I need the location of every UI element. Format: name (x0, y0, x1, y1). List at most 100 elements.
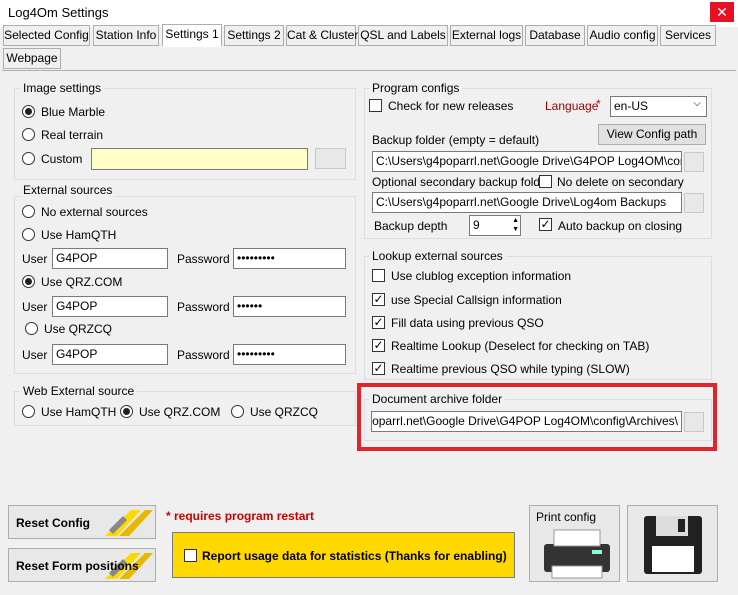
qrzcq-user-label: User (22, 348, 48, 362)
hamqth-user-input[interactable]: G4POP (52, 248, 168, 269)
tab-webpage[interactable]: Webpage (3, 48, 61, 69)
backup-depth-value: 9 (473, 218, 480, 232)
report-usage-label: Report usage data for statistics (Thanks… (202, 549, 507, 563)
realtime-lookup-label: Realtime Lookup (Deselect for checking o… (391, 339, 650, 353)
qrzcq-label: Use QRZCQ (44, 322, 113, 336)
tab-settings-2[interactable]: Settings 2 (224, 25, 284, 46)
tab-database[interactable]: Database (525, 25, 585, 46)
fill-previous-checkbox[interactable]: ✓ (372, 316, 385, 329)
real-terrain-label: Real terrain (41, 128, 104, 142)
web-hamqth-label: Use HamQTH (41, 405, 117, 419)
clublog-checkbox[interactable] (372, 269, 385, 282)
backup-depth-label: Backup depth (374, 219, 448, 233)
reset-form-label: Reset Form positions (16, 559, 139, 573)
radio-qrzcq[interactable] (25, 322, 38, 335)
radio-qrz[interactable] (22, 275, 35, 288)
report-usage-checkbox[interactable] (184, 549, 197, 562)
qrz-label: Use QRZ.COM (41, 275, 123, 289)
qrzcq-password-label: Password (177, 348, 230, 362)
qrz-user-label: User (22, 300, 48, 314)
print-config-button[interactable]: Print config (529, 505, 620, 582)
radio-custom[interactable] (22, 152, 35, 165)
web-qrzcq-label: Use QRZCQ (250, 405, 319, 419)
custom-browse-button[interactable] (315, 148, 346, 169)
qrz-password-label: Password (177, 300, 230, 314)
backup-folder-label: Backup folder (empty = default) (372, 133, 540, 147)
check-releases-checkbox[interactable] (369, 99, 382, 112)
tab-station-info[interactable]: Station Info (93, 25, 159, 46)
secondary-backup-label: Optional secondary backup folder (372, 175, 551, 189)
web-qrz-label: Use QRZ.COM (139, 405, 221, 419)
language-select[interactable]: en-US ⌵ (610, 96, 707, 117)
qrzcq-password-input[interactable]: ••••••••• (233, 344, 346, 365)
language-restart-star: * (596, 97, 601, 111)
save-button[interactable] (627, 505, 718, 582)
external-sources-label: External sources (20, 183, 116, 197)
realtime-previous-checkbox[interactable]: ✓ (372, 362, 385, 375)
no-delete-label: No delete on secondary (557, 175, 684, 189)
chevron-down-icon: ⌵ (693, 98, 701, 109)
custom-image-input[interactable] (91, 148, 308, 170)
no-external-label: No external sources (41, 205, 148, 219)
tab-audio-config[interactable]: Audio config (587, 25, 658, 46)
key-icon (105, 510, 153, 536)
program-configs-label: Program configs (369, 81, 463, 95)
check-releases-label: Check for new releases (388, 99, 514, 113)
realtime-previous-label: Realtime previous QSO while typing (SLOW… (391, 362, 630, 376)
language-value: en-US (614, 99, 649, 113)
restart-note: * requires program restart (166, 509, 315, 523)
backup-folder-input[interactable]: C:\Users\g4poparrl.net\Google Drive\G4PO… (372, 151, 682, 172)
special-callsign-checkbox[interactable]: ✓ (372, 293, 385, 306)
hamqth-password-label: Password (177, 252, 230, 266)
image-settings-label: Image settings (20, 81, 105, 95)
close-button[interactable]: ✕ (710, 2, 734, 22)
no-delete-checkbox[interactable] (539, 175, 552, 188)
report-usage-panel[interactable]: Report usage data for statistics (Thanks… (172, 532, 515, 578)
radio-no-external[interactable] (22, 205, 35, 218)
blue-marble-label: Blue Marble (41, 105, 106, 119)
radio-real-terrain[interactable] (22, 128, 35, 141)
tab-selected-config[interactable]: Selected Config (3, 25, 90, 46)
hamqth-label: Use HamQTH (41, 228, 117, 242)
tab-settings-1[interactable]: Settings 1 (162, 24, 222, 47)
language-label: Language (545, 99, 599, 113)
radio-web-hamqth[interactable] (22, 405, 35, 418)
realtime-lookup-checkbox[interactable]: ✓ (372, 339, 385, 352)
reset-config-button[interactable]: Reset Config (8, 505, 156, 539)
backup-depth-input[interactable]: 9 ▲ ▼ (469, 215, 521, 236)
tab-services[interactable]: Services (660, 25, 716, 46)
backup-folder-browse-button[interactable] (684, 152, 704, 172)
lookup-label: Lookup external sources (369, 249, 506, 263)
auto-backup-checkbox[interactable]: ✓ (539, 218, 552, 231)
printer-icon (544, 529, 610, 579)
custom-label: Custom (41, 152, 83, 166)
web-external-label: Web External source (20, 384, 138, 398)
qrz-password-input[interactable]: •••••• (233, 296, 346, 317)
radio-web-qrzcq[interactable] (231, 405, 244, 418)
tab-external-logs[interactable]: External logs (450, 25, 523, 46)
radio-web-qrz[interactable] (120, 405, 133, 418)
qrz-user-input[interactable]: G4POP (52, 296, 168, 317)
radio-hamqth[interactable] (22, 228, 35, 241)
qrzcq-user-input[interactable]: G4POP (52, 344, 168, 365)
title-bar: Log4Om Settings ✕ (0, 0, 738, 27)
floppy-disk-icon (644, 516, 702, 574)
secondary-folder-input[interactable]: C:\Users\g4poparrl.net\Google Drive\Log4… (372, 192, 682, 213)
hamqth-user-label: User (22, 252, 48, 266)
radio-blue-marble[interactable] (22, 105, 35, 118)
special-callsign-label: use Special Callsign information (391, 293, 562, 307)
clublog-label: Use clublog exception information (391, 269, 572, 283)
fill-previous-label: Fill data using previous QSO (391, 316, 544, 330)
tab-qsl-labels[interactable]: QSL and Labels (358, 25, 448, 46)
auto-backup-label: Auto backup on closing (558, 219, 683, 233)
reset-form-button[interactable]: Reset Form positions (8, 548, 156, 582)
hamqth-password-input[interactable]: ••••••••• (233, 248, 346, 269)
secondary-folder-browse-button[interactable] (684, 193, 704, 213)
reset-config-label: Reset Config (16, 516, 91, 530)
print-config-label: Print config (536, 510, 597, 524)
view-config-path-button[interactable]: View Config path (598, 124, 706, 145)
window-title: Log4Om Settings (8, 5, 109, 20)
tab-cat-cluster[interactable]: Cat & Cluster (286, 25, 358, 46)
highlight-box (357, 383, 717, 451)
spinner-icon[interactable]: ▲ ▼ (512, 216, 519, 234)
